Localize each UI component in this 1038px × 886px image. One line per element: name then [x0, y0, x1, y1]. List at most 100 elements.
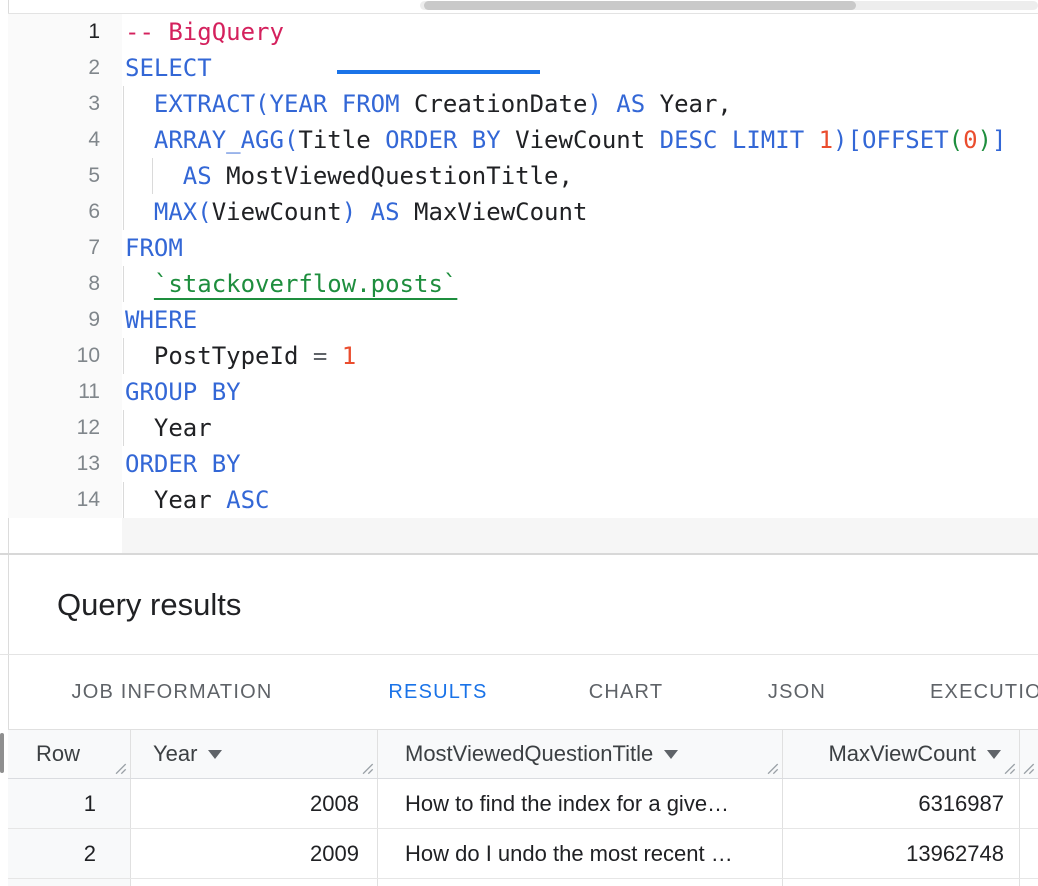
line-number: 10 — [8, 338, 100, 374]
sql-token — [125, 126, 154, 154]
sql-token-keyword: GROUP BY — [125, 378, 241, 406]
column-resize-grip[interactable] — [1021, 761, 1035, 775]
sql-token-identifier: Year — [154, 414, 212, 442]
sql-token-keyword: WHERE — [125, 306, 197, 334]
sql-token-comment: -- BigQuery — [125, 18, 284, 46]
sql-token — [125, 162, 183, 190]
tab-job-information[interactable]: JOB INFORMATION — [72, 655, 273, 729]
code-line[interactable]: MAX(ViewCount) AS MaxViewCount — [125, 194, 587, 230]
editor-horizontal-scrollbar-thumb[interactable] — [424, 1, 856, 10]
cell-partial — [131, 879, 378, 886]
table-reference-link[interactable]: `stackoverflow.posts` — [154, 270, 457, 298]
tab-json[interactable]: JSON — [768, 655, 826, 729]
column-menu-dropdown-icon[interactable] — [664, 750, 678, 759]
sql-token-paren_green: ) — [978, 126, 992, 154]
indent-guide — [123, 86, 124, 122]
sql-token-keyword: FROM — [125, 234, 183, 262]
table-row-partial — [8, 879, 1038, 886]
code-line[interactable]: `stackoverflow.posts` — [125, 266, 457, 302]
results-tab-bar: JOB INFORMATION RESULTS CHART JSON EXECUTION… — [0, 655, 1038, 729]
table-row: 12008How to find the index for a give…63… — [8, 779, 1038, 829]
line-number: 11 — [8, 374, 100, 410]
sql-token — [125, 198, 154, 226]
code-line[interactable]: ORDER BY — [125, 446, 241, 482]
code-line[interactable]: ARRAY_AGG(Title ORDER BY ViewCount DESC … — [125, 122, 1006, 158]
column-header-mostviewedquestiontitle[interactable]: MostViewedQuestionTitle — [378, 730, 783, 778]
line-number: 13 — [8, 446, 100, 482]
cell-stub — [1020, 829, 1038, 878]
sql-token-keyword: ORDER BY — [371, 126, 516, 154]
sql-token-identifier: Title — [298, 126, 370, 154]
sql-token — [125, 342, 154, 370]
indent-guide — [123, 410, 124, 446]
sql-token — [125, 414, 154, 442]
indent-guide — [123, 338, 124, 374]
column-resize-grip[interactable] — [765, 761, 779, 775]
line-number: 3 — [8, 86, 100, 122]
line-number: 7 — [8, 230, 100, 266]
column-menu-dropdown-icon[interactable] — [208, 750, 222, 759]
indent-guide — [123, 266, 124, 302]
code-line[interactable]: Year ASC — [125, 482, 270, 518]
column-header-label: MostViewedQuestionTitle — [405, 741, 653, 767]
sql-token-identifier: CreationDate — [400, 90, 588, 118]
indent-guide — [123, 482, 124, 518]
cell-partial — [783, 879, 1020, 886]
cell-max_view_count: 6316987 — [783, 779, 1020, 828]
code-line[interactable]: GROUP BY — [125, 374, 241, 410]
sql-token-identifier: Year, — [645, 90, 732, 118]
code-line[interactable]: FROM — [125, 230, 183, 266]
code-line[interactable]: WHERE — [125, 302, 197, 338]
sql-token-identifier: ViewCount — [515, 126, 645, 154]
code-line[interactable]: Year — [125, 410, 212, 446]
sql-token-identifier: MaxViewCount — [400, 198, 588, 226]
column-resize-grip[interactable] — [113, 761, 127, 775]
indent-guide — [123, 158, 124, 194]
column-resize-grip[interactable] — [1002, 761, 1016, 775]
sql-token-operator: = — [313, 342, 342, 370]
sql-token-paren_green: ( — [949, 126, 963, 154]
cell-row: 1 — [8, 779, 131, 828]
cell-row: 2 — [8, 829, 131, 878]
code-line[interactable]: EXTRACT(YEAR FROM CreationDate) AS Year, — [125, 86, 732, 122]
cell-title: How do I undo the most recent … — [378, 829, 783, 878]
cell-partial — [378, 879, 783, 886]
cell-stub — [1020, 779, 1038, 828]
column-menu-dropdown-icon[interactable] — [987, 750, 1001, 759]
column-header-year[interactable]: Year — [131, 730, 378, 778]
line-number: 1 — [8, 14, 100, 50]
column-header-label: Year — [153, 741, 197, 767]
line-number: 12 — [8, 410, 100, 446]
code-line[interactable]: PostTypeId = 1 — [125, 338, 356, 374]
sql-token-identifier: MostViewedQuestionTitle, — [212, 162, 573, 190]
cell-year: 2008 — [131, 779, 378, 828]
sql-token-keyword: AS — [183, 162, 212, 190]
sql-token-number: 1 — [819, 126, 833, 154]
line-number: 9 — [8, 302, 100, 338]
column-header-maxviewcount[interactable]: MaxViewCount — [783, 730, 1020, 778]
column-header-row[interactable]: Row — [8, 730, 131, 778]
sql-token-keyword: ) AS — [587, 90, 645, 118]
results-vertical-scrollbar-thumb[interactable] — [0, 733, 4, 773]
sql-token-keyword: DESC LIMIT — [645, 126, 818, 154]
tab-chart[interactable]: CHART — [589, 655, 664, 729]
sql-token-keyword: )[OFFSET — [833, 126, 949, 154]
column-header-label: MaxViewCount — [828, 741, 976, 767]
code-line[interactable]: AS MostViewedQuestionTitle, — [125, 158, 573, 194]
table-row: 22009How do I undo the most recent …1396… — [8, 829, 1038, 879]
column-resize-grip[interactable] — [360, 761, 374, 775]
code-line[interactable]: SELECT — [125, 50, 212, 86]
sql-token-keyword: ) AS — [342, 198, 400, 226]
sql-token-keyword: EXTRACT(YEAR FROM — [154, 90, 400, 118]
line-number: 6 — [8, 194, 100, 230]
tab-results[interactable]: RESULTS — [388, 655, 487, 729]
code-line[interactable]: -- BigQuery — [125, 14, 284, 50]
bigquery-panel: 1234567891011121314 -- BigQuerySELECT EX… — [0, 0, 1038, 886]
sql-token-number: 0 — [963, 126, 977, 154]
sql-token-identifier: PostTypeId — [154, 342, 313, 370]
cell-year: 2009 — [131, 829, 378, 878]
tab-execution-details[interactable]: EXECUTION DETAILS — [930, 655, 1038, 729]
results-table-header: Row Year MostViewedQuestionTitle MaxViewCou… — [8, 730, 1038, 779]
column-header-stub — [1020, 730, 1038, 778]
column-header-label: Row — [36, 741, 80, 767]
